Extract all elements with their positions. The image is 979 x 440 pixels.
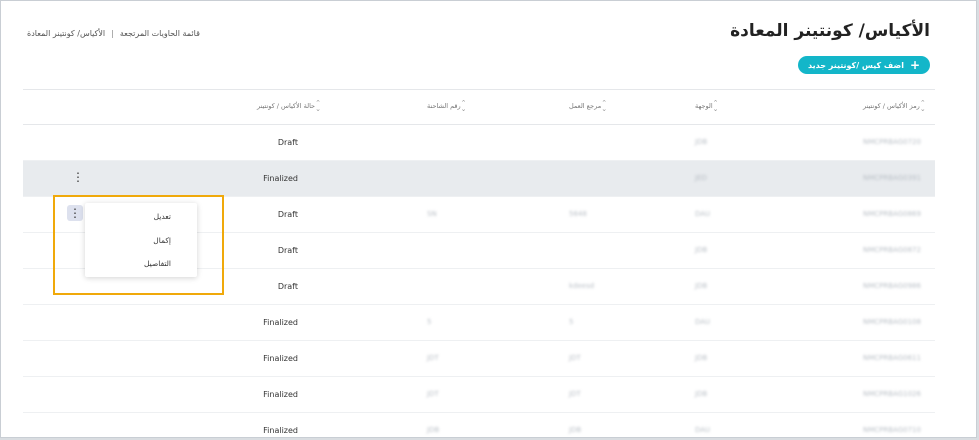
work-reference: JDT bbox=[569, 354, 581, 362]
work-reference: kdeesd bbox=[569, 282, 595, 290]
breadcrumb-separator: | bbox=[111, 29, 114, 38]
container-code: NMCPRBAG0986 bbox=[863, 282, 921, 290]
row-context-menu: تعديل إكمال التفاصيل bbox=[85, 203, 197, 277]
column-label: مرجع العمل bbox=[569, 102, 602, 110]
menu-item-details[interactable]: التفاصيل bbox=[85, 259, 197, 268]
column-header-status[interactable]: ⌃ ⌄حالة الأكياس / كونتينر bbox=[257, 99, 324, 113]
container-code: NMCPRBAG0710 bbox=[863, 426, 921, 434]
app-frame: الأكياس/ كونتينر المعادة قائمة الحاويات … bbox=[0, 0, 977, 438]
destination: DAU bbox=[695, 426, 711, 434]
status-text: Finalized bbox=[263, 354, 298, 363]
work-reference: JDB bbox=[569, 426, 582, 434]
column-label: رقم الشاحنة bbox=[427, 102, 461, 110]
truck-number: JDT bbox=[427, 390, 439, 398]
truck-number: JDB bbox=[427, 426, 440, 434]
destination: JDB bbox=[695, 138, 708, 146]
page-title: الأكياس/ كونتينر المعادة bbox=[730, 21, 930, 41]
container-code: NMCPRBAG0391 bbox=[863, 174, 921, 182]
sort-icon: ⌃ ⌄ bbox=[601, 99, 608, 113]
table-row[interactable]: NMCPRBAG0108 DAU 5 5 Finalized bbox=[23, 305, 935, 341]
table-row[interactable]: NMCPRBAG1026 JDB JDT JDT Finalized bbox=[23, 377, 935, 413]
plus-icon: + bbox=[909, 58, 920, 72]
destination: DAU bbox=[695, 318, 711, 326]
menu-item-edit[interactable]: تعديل bbox=[85, 212, 197, 221]
container-code: NMCPRBAG0869 bbox=[863, 210, 921, 218]
work-reference: JDT bbox=[569, 390, 581, 398]
table-row[interactable]: NMCPRBAG0720 JDB Draft bbox=[23, 125, 935, 161]
row-actions-icon[interactable]: ⋮ bbox=[72, 170, 84, 184]
column-header-code[interactable]: ⌃ ⌄رمز الأكياس / كونتينر bbox=[863, 99, 929, 113]
truck-number: 5 bbox=[427, 318, 432, 326]
breadcrumb-returned-containers[interactable]: قائمة الحاويات المرتجعة bbox=[120, 29, 200, 38]
sort-icon: ⌃ ⌄ bbox=[315, 99, 321, 113]
column-header-reference[interactable]: ⌃ ⌄مرجع العمل bbox=[569, 99, 610, 113]
destination: JDB bbox=[695, 282, 708, 290]
breadcrumb: قائمة الحاويات المرتجعة | الأكياس/ كونتينر… bbox=[27, 29, 200, 38]
container-code: NMCPRBAG1026 bbox=[863, 390, 921, 398]
row-actions-icon-active[interactable]: ⋮ bbox=[67, 205, 83, 221]
status-text: Draft bbox=[277, 246, 298, 255]
column-header-destination[interactable]: ⌃ ⌄الوجهة bbox=[695, 99, 722, 113]
container-code: NMCPRBAG0108 bbox=[863, 318, 921, 326]
sort-icon: ⌃ ⌄ bbox=[919, 99, 926, 113]
table-row[interactable]: NMCPRBAG0611 JDB JDT JDT Finalized bbox=[23, 341, 935, 377]
menu-item-complete[interactable]: إكمال bbox=[85, 236, 197, 245]
destination: JDB bbox=[695, 390, 708, 398]
breadcrumb-current: الأكياس/ كونتينر المعادة bbox=[27, 29, 106, 38]
status-text: Finalized bbox=[263, 390, 298, 399]
column-label: حالة الأكياس / كونتينر bbox=[257, 102, 316, 110]
container-code: NMCPRBAG0611 bbox=[863, 354, 921, 362]
work-reference: 5648 bbox=[569, 210, 587, 218]
work-reference: 5 bbox=[569, 318, 574, 326]
destination: JED bbox=[695, 174, 707, 182]
truck-number: JDT bbox=[427, 354, 439, 362]
truck-number: SN bbox=[427, 210, 437, 218]
destination: DAU bbox=[695, 210, 711, 218]
sort-icon: ⌃ ⌄ bbox=[460, 99, 467, 113]
column-header-truck-number[interactable]: ⌃ ⌄رقم الشاحنة bbox=[427, 99, 470, 113]
add-button-label: اضف كيس /كونتينر جديد bbox=[807, 61, 904, 70]
table-header: ⌃ ⌄رمز الأكياس / كونتينر ⌃ ⌄الوجهة ⌃ ⌄مرجع … bbox=[23, 89, 935, 125]
column-label: الوجهة bbox=[695, 102, 713, 110]
status-text: Draft bbox=[277, 282, 298, 291]
status-text: Draft bbox=[277, 138, 298, 147]
table-row[interactable]: NMCPRBAG0391 JED Finalized ⋮ bbox=[23, 161, 935, 197]
status-text: Finalized bbox=[263, 426, 298, 435]
status-text: Finalized bbox=[263, 174, 298, 183]
add-container-button[interactable]: + اضف كيس /كونتينر جديد bbox=[797, 56, 930, 74]
container-code: NMCPRBAG0720 bbox=[863, 138, 921, 146]
container-code: NMCPRBAG0872 bbox=[863, 246, 921, 254]
status-text: Finalized bbox=[263, 318, 298, 327]
sort-icon: ⌃ ⌄ bbox=[712, 99, 719, 113]
status-text: Draft bbox=[277, 210, 298, 219]
destination: JDB bbox=[695, 354, 708, 362]
destination: JDB bbox=[695, 246, 708, 254]
column-label: رمز الأكياس / كونتينر bbox=[863, 102, 920, 110]
table-row[interactable]: NMCPRBAG0710 DAU JDB JDB Finalized bbox=[23, 413, 935, 437]
